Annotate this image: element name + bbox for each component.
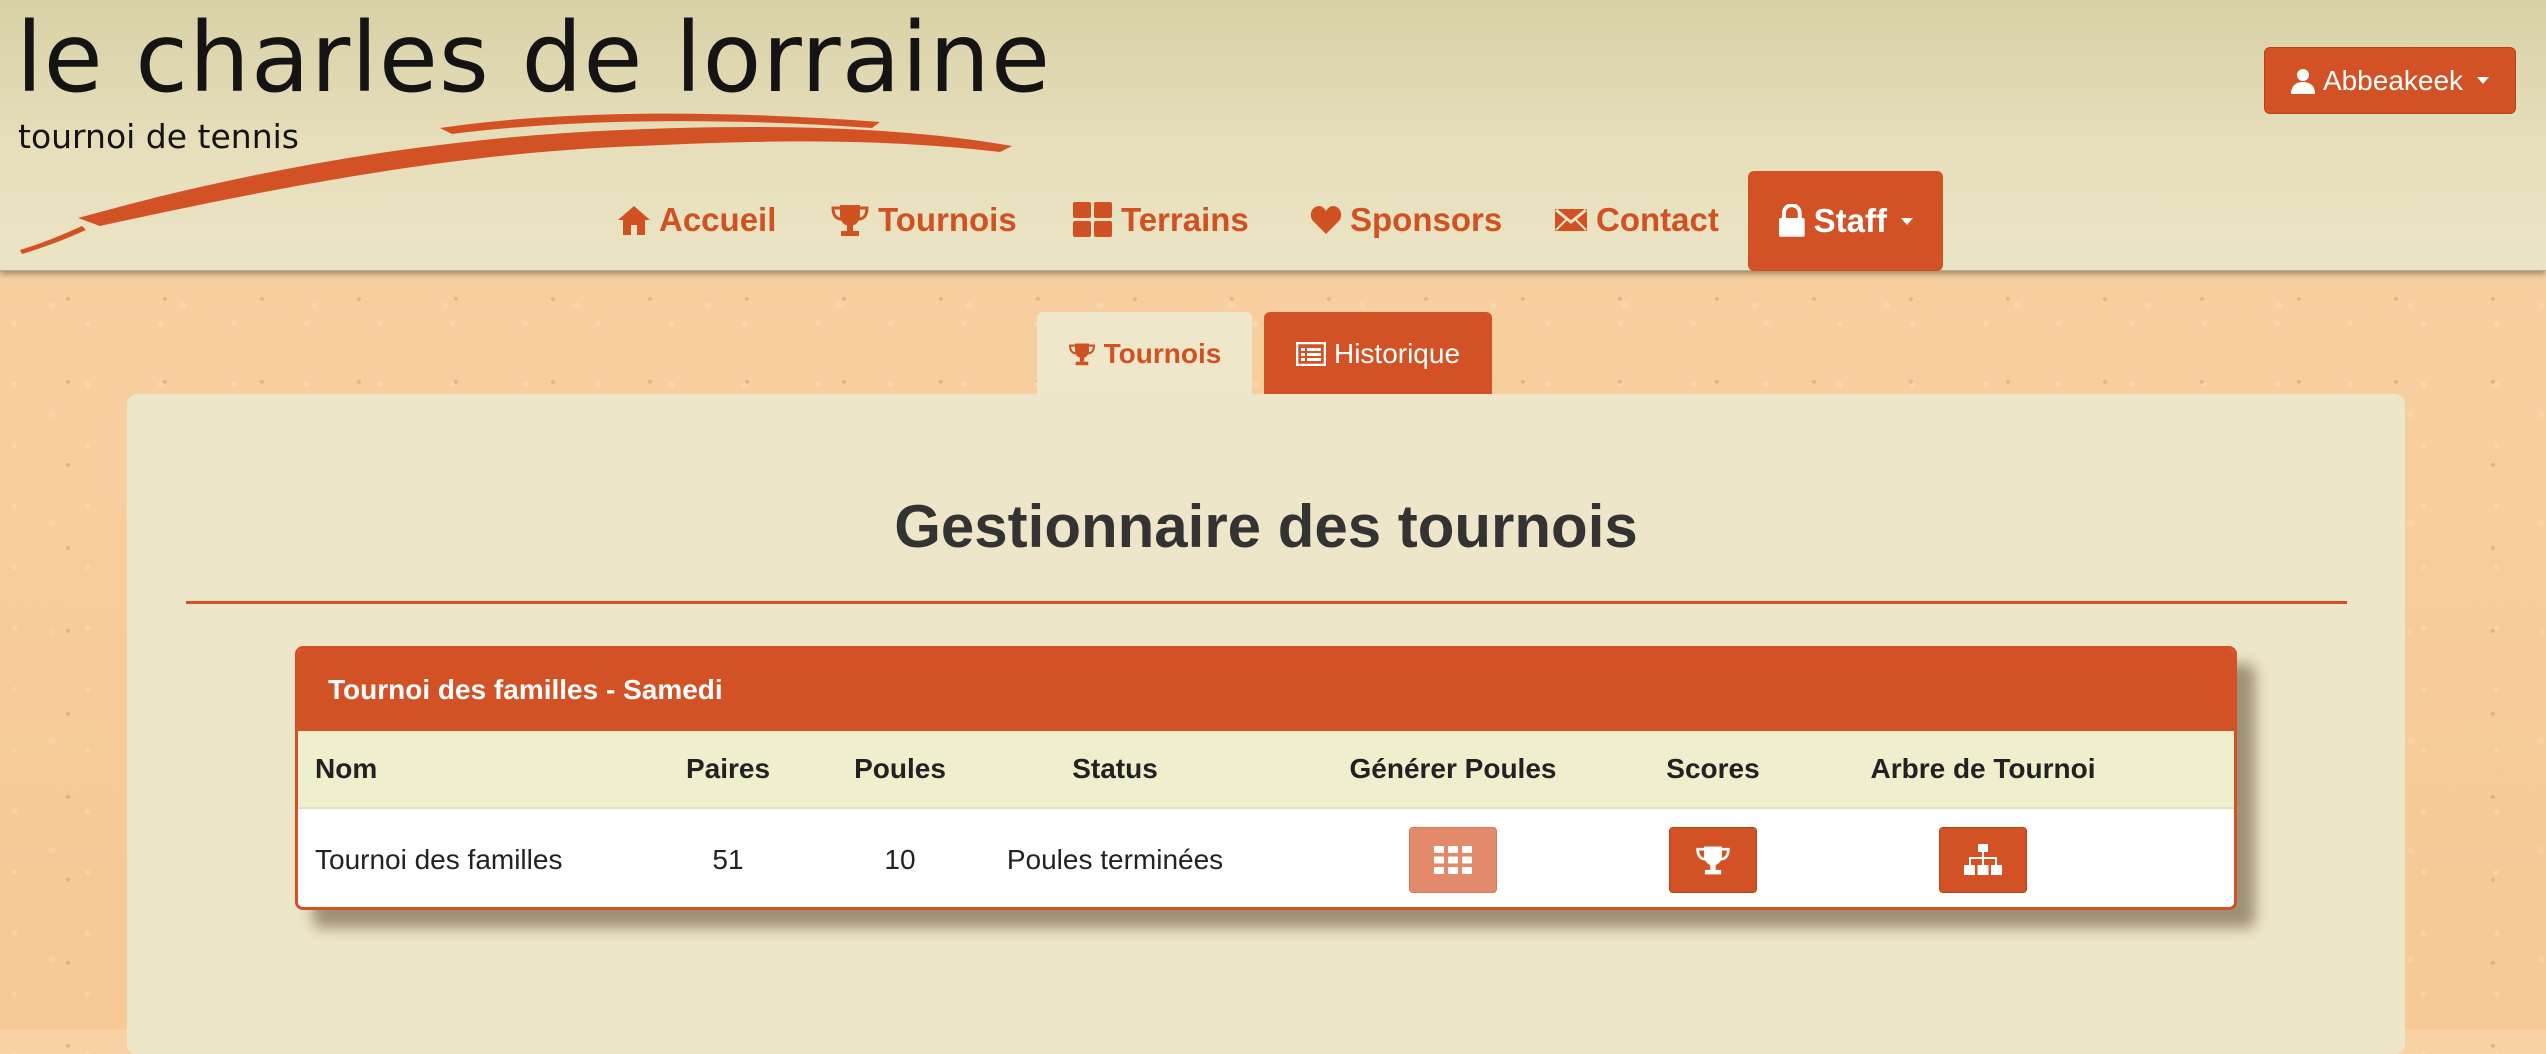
cell-status: Poules terminées — [1006, 843, 1224, 875]
scores-button[interactable] — [1669, 826, 1757, 893]
nav-item-label: Tournois — [878, 201, 1017, 238]
nav-item-accueil[interactable]: Accueil — [617, 170, 776, 270]
tab-historique[interactable]: Historique — [1264, 312, 1492, 395]
column-header-poules: Poules — [854, 753, 946, 784]
user-icon — [2290, 68, 2315, 94]
lock-icon — [1778, 204, 1805, 237]
grid-icon — [1434, 845, 1472, 874]
nav-item-staff[interactable]: Staff — [1748, 171, 1943, 271]
table-header-row: Nom Paires Poules Status Générer Poules … — [298, 731, 2234, 809]
page-title: Gestionnaire des tournois — [894, 493, 1638, 560]
column-header-nom: Nom — [315, 753, 378, 784]
trophy-icon — [831, 205, 869, 236]
tournament-card-heading: Tournoi des familles - Samedi — [298, 649, 2234, 731]
cell-poules: 10 — [884, 843, 916, 875]
tournament-card: Tournoi des familles - Samedi Nom Paires… — [295, 646, 2237, 910]
cell-nom: Tournoi des familles — [315, 843, 563, 875]
column-header-scores: Scores — [1666, 753, 1760, 784]
logo-title: le charles de lorraine — [16, 2, 1052, 114]
tournament-tree-button[interactable] — [1939, 826, 2027, 893]
chevron-down-icon — [2477, 77, 2490, 84]
column-header-generer-poules: Générer Poules — [1349, 753, 1557, 784]
cell-scores — [1603, 809, 1823, 907]
user-menu-button[interactable]: Abbeakeek — [2264, 47, 2516, 114]
nav-item-contact[interactable]: Contact — [1554, 170, 1719, 270]
column-header-arbre: Arbre de Tournoi — [1870, 753, 2096, 784]
tab-label: Historique — [1333, 337, 1461, 369]
trophy-icon — [1068, 343, 1095, 365]
nav-item-sponsors[interactable]: Sponsors — [1310, 170, 1502, 270]
heart-icon — [1310, 206, 1342, 234]
sitemap-icon — [1964, 843, 2002, 875]
nav-item-label: Contact — [1596, 201, 1719, 238]
tab-tournois[interactable]: Tournois — [1037, 312, 1252, 395]
column-header-paires: Paires — [685, 753, 771, 784]
cell-arbre — [1838, 809, 2128, 907]
nav-item-terrains[interactable]: Terrains — [1073, 170, 1249, 270]
cell-generer-poules — [1303, 809, 1603, 907]
envelope-icon — [1555, 208, 1587, 231]
table-row: Tournoi des familles 51 10 Poules termin… — [298, 809, 2234, 907]
generate-pools-button[interactable] — [1409, 826, 1497, 893]
chevron-down-icon — [1901, 217, 1913, 225]
trophy-icon — [1696, 846, 1730, 874]
nav-item-tournois[interactable]: Tournois — [830, 170, 1017, 270]
grid-icon — [1073, 202, 1112, 237]
cell-paires: 51 — [712, 843, 744, 875]
nav-item-label: Terrains — [1121, 201, 1249, 238]
nav-item-label: Sponsors — [1350, 201, 1503, 238]
site-header: le charles de lorraine tournoi de tennis… — [0, 0, 2546, 271]
list-icon — [1295, 341, 1326, 366]
logo-subtitle: tournoi de tennis — [18, 117, 299, 156]
home-icon — [618, 206, 650, 235]
nav-item-label: Staff — [1813, 202, 1887, 239]
nav-item-label: Accueil — [659, 201, 777, 238]
title-divider — [186, 601, 2347, 604]
column-header-status: Status — [1072, 753, 1158, 784]
user-menu-label: Abbeakeek — [2322, 64, 2464, 96]
tab-label: Tournois — [1103, 337, 1222, 369]
